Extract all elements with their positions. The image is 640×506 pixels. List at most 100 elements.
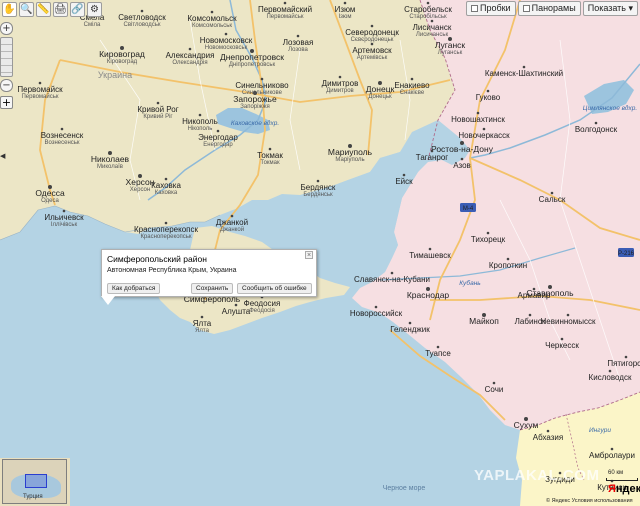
report-error-button[interactable]: Сообщить об ошибке: [237, 283, 312, 294]
city-marker[interactable]: [566, 313, 570, 317]
city-marker[interactable]: [370, 42, 374, 46]
zoom-out-button[interactable]: −: [0, 79, 13, 92]
city-marker[interactable]: [430, 149, 434, 153]
logo-rest: ндекс: [615, 483, 640, 495]
city-marker[interactable]: [430, 19, 434, 23]
city-marker[interactable]: [410, 77, 414, 81]
city-label: Димитров: [322, 79, 359, 88]
city-marker[interactable]: [268, 147, 272, 151]
hand-tool-icon[interactable]: ✋: [2, 2, 17, 17]
city-marker[interactable]: [550, 191, 554, 195]
city-label: Таганрог: [416, 153, 448, 162]
city-marker[interactable]: [486, 231, 490, 235]
city-marker[interactable]: [594, 121, 598, 125]
city-label: Краснодар: [407, 290, 450, 300]
city-marker[interactable]: [374, 305, 378, 309]
city-marker[interactable]: [234, 303, 238, 307]
city-label: Ялта: [193, 319, 212, 328]
city-marker[interactable]: [402, 173, 406, 177]
city-label: Новошахтинск: [451, 115, 505, 124]
reservoir-label: Каховское вдхр.: [231, 119, 280, 127]
link-tool-icon[interactable]: 🔗: [70, 2, 85, 17]
city-marker[interactable]: [198, 113, 202, 117]
traffic-toggle[interactable]: Пробки: [465, 1, 516, 16]
city-marker[interactable]: [343, 1, 347, 5]
magnifier-tool-icon[interactable]: 🔍: [19, 2, 34, 17]
minimap-viewport[interactable]: [25, 474, 47, 488]
show-layers-dropdown[interactable]: Показать ▾: [582, 1, 638, 16]
city-label: Мариуполь: [328, 147, 373, 157]
city-marker[interactable]: [390, 271, 394, 275]
city-sublabel: Сміла: [84, 22, 101, 28]
city-marker[interactable]: [482, 127, 486, 131]
city-marker[interactable]: [486, 89, 490, 93]
city-label: Первомайский: [258, 5, 312, 14]
collapse-arrow-icon[interactable]: ◀: [0, 152, 5, 162]
zoom-slider[interactable]: [0, 37, 13, 77]
city-marker[interactable]: [230, 214, 234, 218]
checkbox-icon: [470, 5, 478, 12]
print-tool-icon[interactable]: 🖨: [53, 2, 68, 17]
road-shield-label: М-4: [463, 206, 474, 212]
city-marker[interactable]: [164, 177, 168, 181]
city-marker[interactable]: [506, 257, 510, 261]
minimap[interactable]: Турция: [2, 459, 67, 504]
city-label: Одесса: [35, 188, 65, 198]
city-label: Туапсе: [425, 349, 451, 358]
city-marker[interactable]: [370, 24, 374, 28]
city-marker[interactable]: [260, 77, 264, 81]
city-marker[interactable]: [316, 179, 320, 183]
city-marker[interactable]: [608, 369, 612, 373]
city-marker[interactable]: [62, 209, 66, 213]
city-sublabel: Олександрія: [172, 60, 207, 66]
city-sublabel: Димитров: [326, 88, 354, 94]
city-marker[interactable]: [492, 381, 496, 385]
zoom-control: + −: [0, 22, 14, 94]
city-marker[interactable]: [140, 9, 144, 13]
panoramas-toggle[interactable]: Панорамы: [517, 1, 581, 16]
city-label: Токмак: [257, 151, 283, 160]
save-button[interactable]: Сохранить: [191, 283, 234, 294]
settings-tool-icon[interactable]: ⚙: [87, 2, 102, 17]
city-marker[interactable]: [210, 10, 214, 14]
city-sublabel: Новомосковськ: [205, 45, 248, 51]
city-label: Днепропетровск: [220, 52, 284, 62]
city-marker[interactable]: [188, 47, 192, 51]
city-label: Пятигорск: [607, 359, 640, 368]
city-marker[interactable]: [546, 429, 550, 433]
route-button[interactable]: Как добраться: [107, 283, 161, 294]
city-marker[interactable]: [560, 337, 564, 341]
city-label: Азов: [453, 161, 471, 170]
city-marker[interactable]: [624, 355, 628, 359]
close-icon[interactable]: ×: [305, 251, 313, 259]
map-canvas[interactable]: СмелаСмілаСветловодскСвітловодськКомсомо…: [0, 0, 640, 506]
city-marker[interactable]: [460, 157, 464, 161]
city-marker[interactable]: [60, 127, 64, 131]
city-marker[interactable]: [522, 65, 526, 69]
city-marker[interactable]: [156, 101, 160, 105]
city-label: Каменск-Шахтинский: [485, 69, 563, 78]
city-sublabel: Ізюм: [339, 14, 352, 20]
city-marker[interactable]: [426, 1, 430, 5]
ruler-tool-icon[interactable]: 📏: [36, 2, 51, 17]
city-marker[interactable]: [296, 34, 300, 38]
sea-label: Черное море: [383, 485, 426, 492]
city-marker[interactable]: [476, 111, 480, 115]
city-sublabel: Первомайськ: [266, 13, 303, 20]
city-marker[interactable]: [408, 321, 412, 325]
city-marker[interactable]: [224, 32, 228, 36]
city-marker[interactable]: [200, 315, 204, 319]
city-marker[interactable]: [164, 221, 168, 225]
city-marker[interactable]: [428, 247, 432, 251]
city-marker[interactable]: [610, 447, 614, 451]
city-marker[interactable]: [338, 75, 342, 79]
city-marker[interactable]: [38, 81, 42, 85]
magnify-button[interactable]: +: [0, 96, 13, 109]
copyright[interactable]: © Яндекс Условия использования: [546, 498, 633, 504]
city-marker[interactable]: [436, 345, 440, 349]
city-label: Новороссийск: [350, 309, 403, 318]
city-marker[interactable]: [216, 129, 220, 133]
zoom-in-button[interactable]: +: [0, 22, 13, 35]
city-marker[interactable]: [283, 1, 287, 5]
city-marker[interactable]: [528, 313, 532, 317]
